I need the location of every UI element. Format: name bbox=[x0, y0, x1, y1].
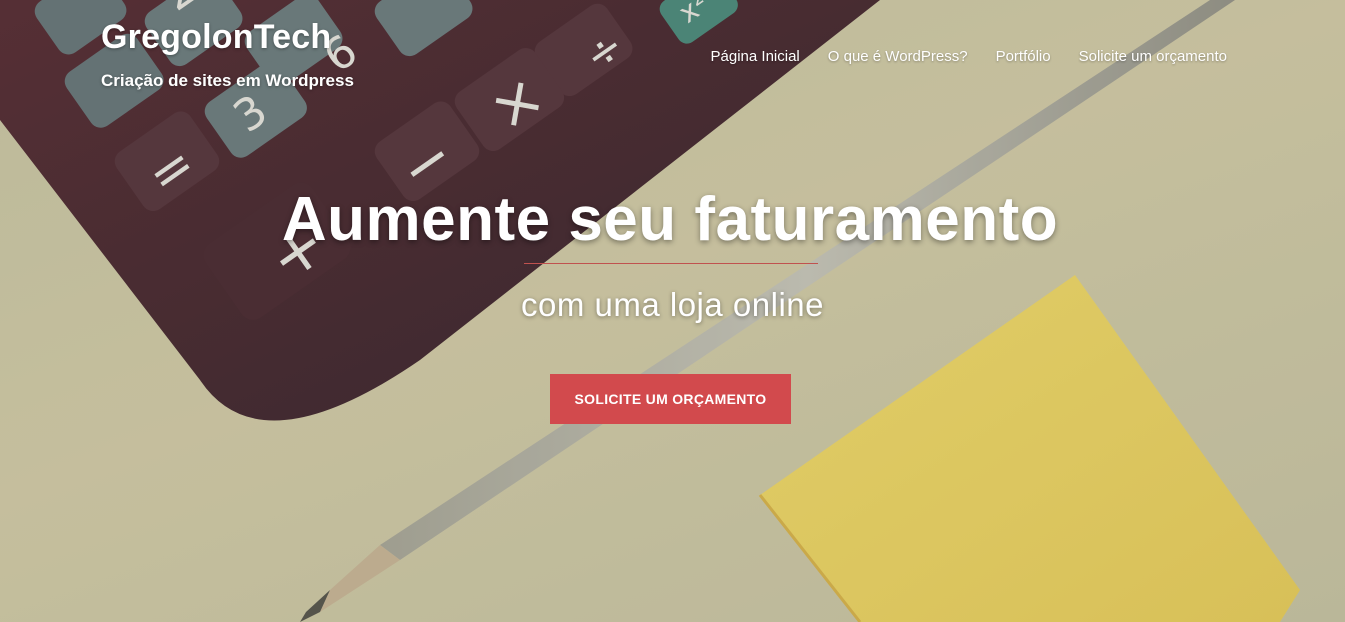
hero-content: Aumente seu faturamento com uma loja onl… bbox=[0, 184, 1345, 324]
headline-divider bbox=[523, 263, 818, 264]
nav-item-what-is-wordpress[interactable]: O que é WordPress? bbox=[828, 48, 968, 65]
nav-item-home[interactable]: Página Inicial bbox=[711, 48, 800, 65]
site-tagline: Criação de sites em Wordpress bbox=[101, 71, 354, 90]
site-title[interactable]: GregolonTech bbox=[101, 18, 354, 57]
request-quote-button[interactable]: SOLICITE UM ORÇAMENTO bbox=[550, 374, 791, 424]
site-branding: GregolonTech Criação de sites em Wordpre… bbox=[101, 18, 354, 91]
nav-item-request-quote[interactable]: Solicite um orçamento bbox=[1079, 48, 1227, 65]
hero-headline: Aumente seu faturamento bbox=[281, 185, 1059, 254]
nav-item-portfolio[interactable]: Portfólio bbox=[996, 48, 1051, 65]
hero-section: 2 6 3 ÷ × − = + x² GregolonTech Criação … bbox=[0, 0, 1345, 622]
main-navigation: Página Inicial O que é WordPress? Portfó… bbox=[711, 48, 1227, 65]
hero-subheadline: com uma loja online bbox=[521, 286, 824, 323]
